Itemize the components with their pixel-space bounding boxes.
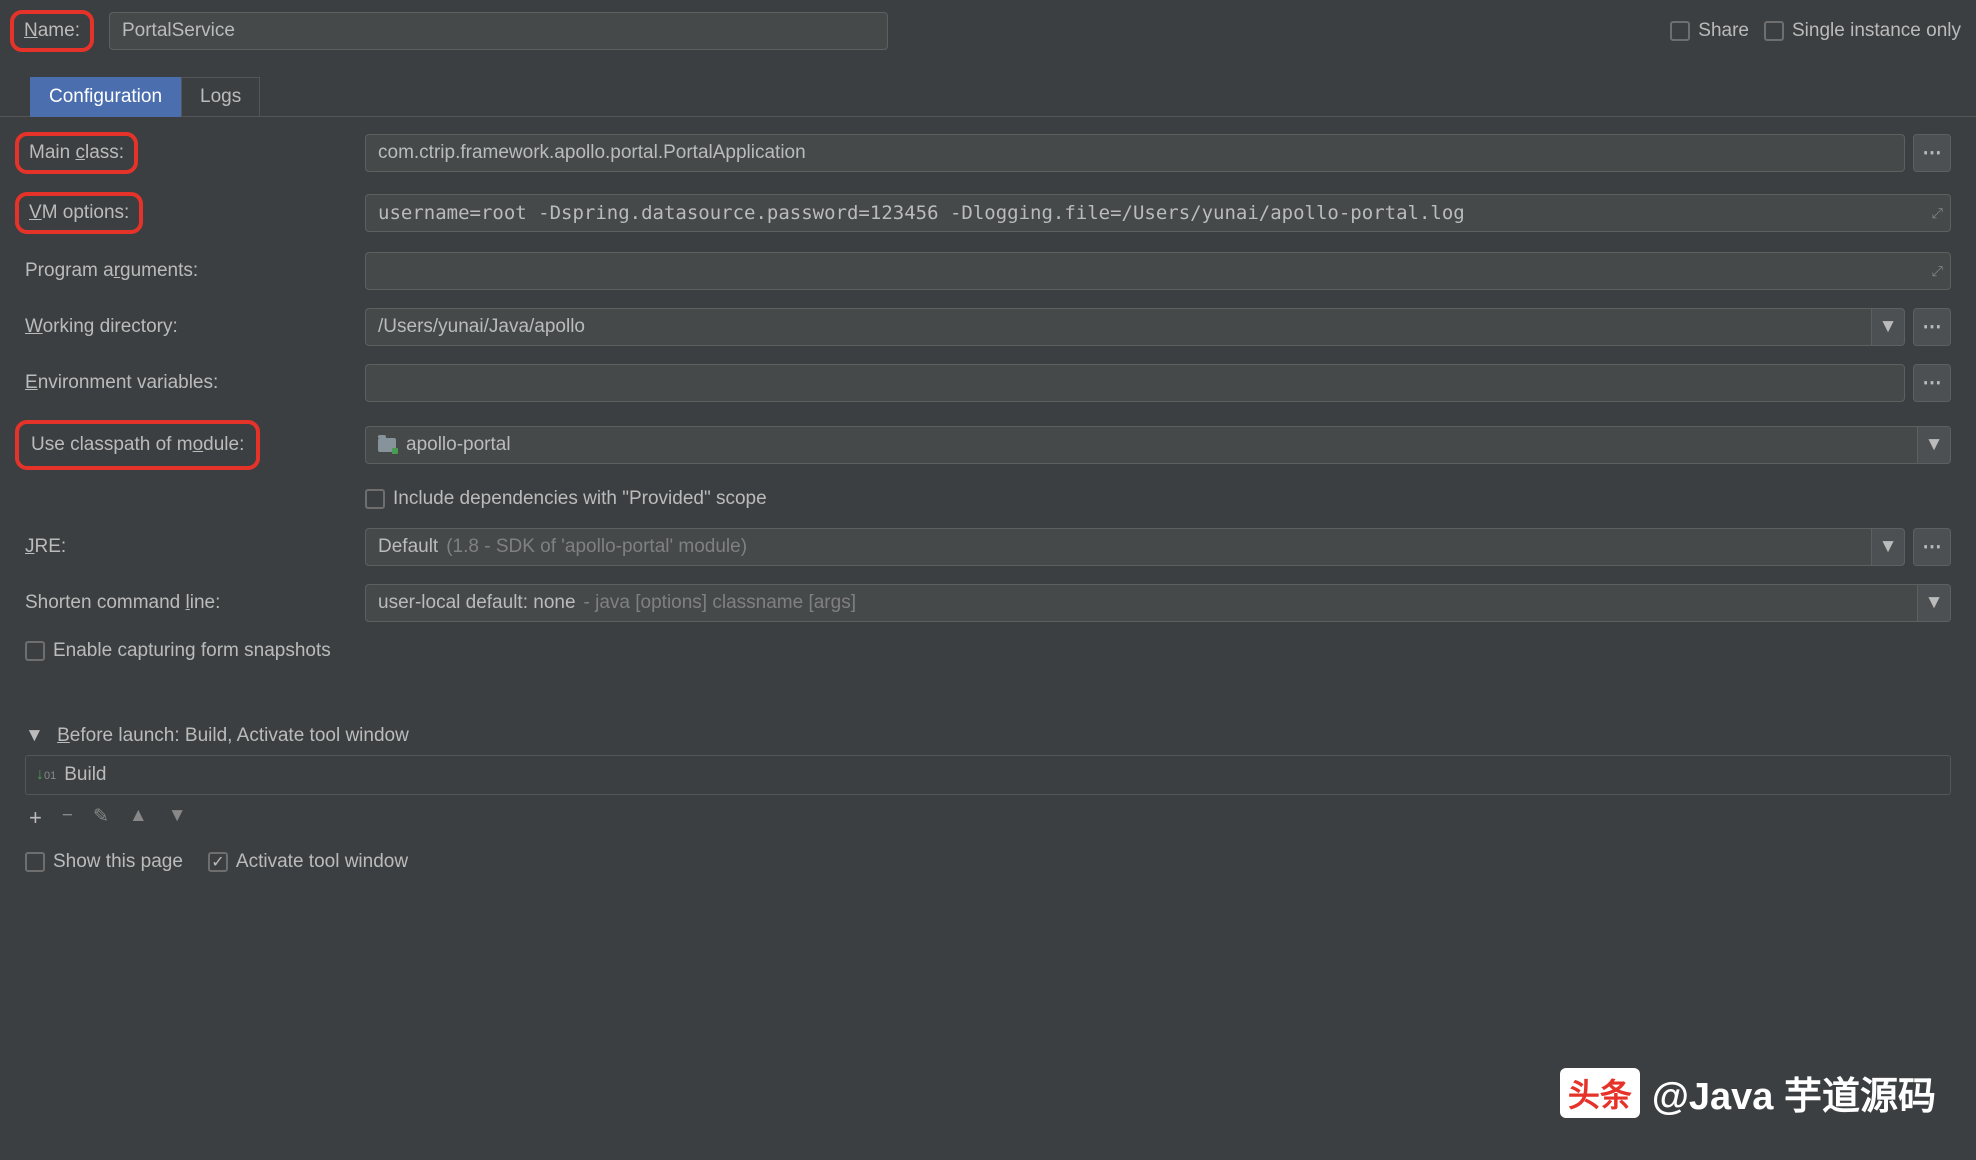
show-page-wrap[interactable]: Show this page: [25, 851, 183, 873]
task-label: Build: [64, 764, 106, 786]
working-dir-label: Working directory:: [15, 310, 188, 344]
classpath-value: apollo-portal: [406, 434, 511, 456]
main-class-input[interactable]: [365, 134, 1905, 172]
shorten-select[interactable]: user-local default: none - java [options…: [365, 584, 1917, 622]
watermark: 头条 @Java 芋道源码: [1560, 1065, 1936, 1120]
include-provided-checkbox[interactable]: [365, 489, 385, 509]
bottom-options: Show this page Activate tool window: [0, 841, 1976, 883]
working-dir-input[interactable]: [365, 308, 1871, 346]
show-page-checkbox[interactable]: [25, 852, 45, 872]
before-launch-header-row[interactable]: ▼ Before launch: Build, Activate tool wi…: [25, 725, 1951, 747]
vm-options-label: VM options:: [29, 202, 129, 224]
top-row: Name: Share Single instance only: [0, 0, 1976, 62]
main-class-label-highlight: Main class:: [15, 132, 138, 174]
single-instance-checkbox[interactable]: [1764, 21, 1784, 41]
name-label: Name:: [24, 20, 80, 42]
classpath-dropdown[interactable]: ▼: [1917, 426, 1951, 464]
working-dir-browse-button[interactable]: ⋯: [1913, 308, 1951, 346]
working-dir-dropdown[interactable]: ▼: [1871, 308, 1905, 346]
task-toolbar: + − ✎ ▲ ▼: [25, 795, 1951, 841]
name-label-highlight: Name:: [10, 10, 94, 52]
tabs: Configuration Logs: [30, 77, 1976, 117]
jre-dropdown[interactable]: ▼: [1871, 528, 1905, 566]
env-vars-input[interactable]: [365, 364, 1905, 402]
remove-task-button[interactable]: −: [62, 805, 73, 831]
jre-label: JRE:: [15, 530, 76, 564]
program-args-input[interactable]: [365, 252, 1951, 290]
snapshots-label: Enable capturing form snapshots: [53, 640, 331, 662]
add-task-button[interactable]: +: [29, 805, 42, 831]
snapshots-wrap[interactable]: Enable capturing form snapshots: [25, 640, 331, 662]
shorten-hint: - java [options] classname [args]: [584, 592, 856, 614]
move-down-button[interactable]: ▼: [168, 805, 187, 831]
vm-options-input[interactable]: [365, 194, 1951, 232]
program-args-label: Program arguments:: [15, 254, 208, 288]
task-item-build[interactable]: ↓01 Build: [26, 760, 1950, 790]
show-page-label: Show this page: [53, 851, 183, 873]
main-class-browse-button[interactable]: ⋯: [1913, 134, 1951, 172]
build-icon: ↓01: [36, 766, 56, 784]
share-label: Share: [1698, 20, 1749, 42]
share-checkbox-wrap[interactable]: Share: [1670, 20, 1749, 42]
env-vars-browse-button[interactable]: ⋯: [1913, 364, 1951, 402]
env-vars-label: Environment variables:: [15, 366, 228, 400]
classpath-select[interactable]: apollo-portal: [365, 426, 1917, 464]
before-launch-section: ▼ Before launch: Build, Activate tool wi…: [0, 725, 1976, 841]
collapse-arrow-icon[interactable]: ▼: [25, 725, 44, 746]
shorten-label: Shorten command line:: [15, 586, 230, 620]
classpath-label-highlight: Use classpath of module:: [15, 420, 260, 470]
include-provided-label: Include dependencies with "Provided" sco…: [393, 488, 767, 510]
jre-hint: (1.8 - SDK of 'apollo-portal' module): [446, 536, 747, 558]
edit-task-button[interactable]: ✎: [93, 805, 109, 831]
jre-browse-button[interactable]: ⋯: [1913, 528, 1951, 566]
name-input[interactable]: [109, 12, 888, 50]
vm-options-label-highlight: VM options:: [15, 192, 143, 234]
form-area: Main class: ⋯ VM options: ⤢ Program argu…: [0, 116, 1976, 690]
classpath-label: Use classpath of module:: [31, 434, 244, 456]
module-folder-icon: [378, 438, 396, 452]
before-launch-header: Before launch: Build, Activate tool wind…: [57, 725, 409, 746]
main-class-label: Main class:: [29, 142, 124, 164]
share-checkbox[interactable]: [1670, 21, 1690, 41]
shorten-dropdown[interactable]: ▼: [1917, 584, 1951, 622]
shorten-value: user-local default: none: [378, 592, 576, 614]
tab-configuration[interactable]: Configuration: [30, 77, 181, 117]
snapshots-checkbox[interactable]: [25, 641, 45, 661]
activate-window-checkbox[interactable]: [208, 852, 228, 872]
move-up-button[interactable]: ▲: [129, 805, 148, 831]
jre-select[interactable]: Default (1.8 - SDK of 'apollo-portal' mo…: [365, 528, 1871, 566]
single-instance-wrap[interactable]: Single instance only: [1764, 20, 1961, 42]
include-provided-wrap[interactable]: Include dependencies with "Provided" sco…: [365, 488, 767, 510]
task-list: ↓01 Build: [25, 755, 1951, 795]
activate-window-wrap[interactable]: Activate tool window: [208, 851, 408, 873]
watermark-text: @Java 芋道源码: [1652, 1065, 1936, 1120]
activate-window-label: Activate tool window: [236, 851, 408, 873]
watermark-icon: 头条: [1560, 1068, 1640, 1118]
jre-value: Default: [378, 536, 438, 558]
tab-logs[interactable]: Logs: [181, 77, 260, 117]
single-instance-label: Single instance only: [1792, 20, 1961, 42]
